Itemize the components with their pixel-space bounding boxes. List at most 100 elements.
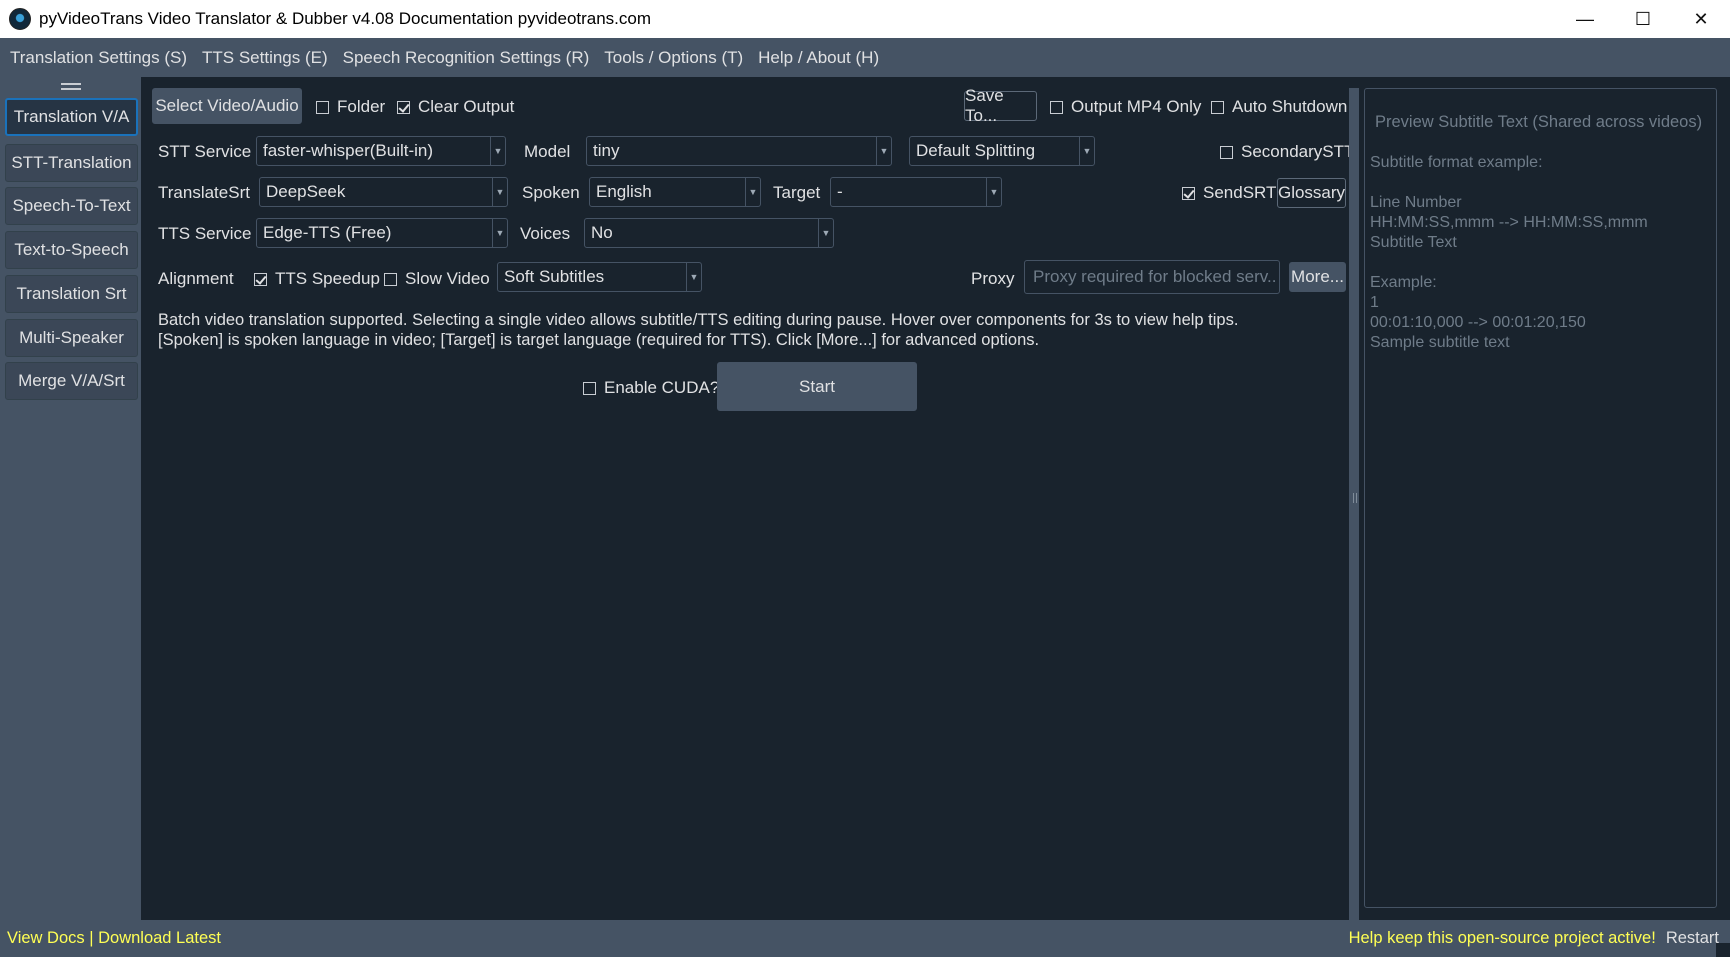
slow-video-checkbox[interactable]: Slow Video [384, 269, 490, 289]
sidebar-item-merge-vasrt[interactable]: Merge V/A/Srt [5, 362, 138, 400]
help-text-line-1: Batch video translation supported. Selec… [158, 311, 1239, 329]
save-to-button[interactable]: Save To... [964, 86, 1037, 125]
more-button[interactable]: More... [1289, 262, 1346, 292]
output-mp4-only-checkbox[interactable]: Output MP4 Only [1050, 97, 1201, 117]
title-bar: pyVideoTrans Video Translator & Dubber v… [0, 0, 1730, 38]
chevron-down-icon: ▼ [686, 263, 701, 291]
restart-link[interactable]: Restart [1666, 929, 1719, 948]
spoken-label: Spoken [522, 183, 580, 202]
target-label: Target [773, 183, 821, 202]
sidebar-item-speech-to-text[interactable]: Speech-To-Text [5, 187, 138, 225]
chevron-down-icon: ▼ [745, 178, 760, 206]
clear-output-checkbox[interactable]: Clear Output [397, 97, 514, 117]
slow-video-label: Slow Video [405, 269, 490, 288]
split-mode-value: Default Splitting [916, 141, 1036, 160]
sidebar-item-stt-translation[interactable]: STT-Translation [5, 144, 138, 182]
status-bar: View Docs | Download Latest Help keep th… [0, 920, 1730, 957]
main-panel: Select Video/Audio Folder Clear Output S… [141, 77, 1354, 920]
menu-speech-recognition-settings[interactable]: Speech Recognition Settings (R) [338, 48, 595, 68]
maximize-icon[interactable]: ☐ [1614, 0, 1672, 38]
send-srt-label: SendSRT [1203, 183, 1277, 202]
docs-download-link[interactable]: View Docs | Download Latest [7, 929, 221, 948]
target-language-select[interactable]: - ▼ [830, 177, 1002, 207]
output-mp4-only-label: Output MP4 Only [1071, 97, 1202, 116]
send-srt-checkbox[interactable]: SendSRT [1182, 183, 1276, 203]
menu-tools-options[interactable]: Tools / Options (T) [599, 48, 748, 68]
slow-video-checkbox-box [384, 272, 397, 286]
sidebar-item-translation-srt[interactable]: Translation Srt [5, 275, 138, 313]
translate-srt-label: TranslateSrt [158, 183, 250, 202]
chevron-down-icon: ▼ [1079, 137, 1094, 165]
model-value: tiny [593, 141, 620, 160]
tts-service-label: TTS Service [158, 224, 252, 243]
tts-service-value: Edge-TTS (Free) [263, 223, 392, 242]
close-icon[interactable]: ✕ [1672, 0, 1730, 38]
toolbar-grip-icon[interactable] [60, 83, 81, 90]
chevron-down-icon: ▼ [490, 137, 505, 165]
sidebar-item-multi-speaker[interactable]: Multi-Speaker [5, 319, 138, 357]
panel-splitter[interactable] [1349, 88, 1359, 920]
enable-cuda-checkbox[interactable]: Enable CUDA? [583, 378, 719, 398]
subtitle-type-value: Soft Subtitles [504, 267, 605, 286]
stt-service-select[interactable]: faster-whisper(Built-in) ▼ [256, 136, 506, 166]
select-video-audio-button[interactable]: Select Video/Audio [152, 88, 302, 124]
window-controls: — ☐ ✕ [1556, 0, 1730, 38]
chevron-down-icon: ▼ [492, 219, 507, 247]
menu-bar: Translation Settings (S) TTS Settings (E… [0, 38, 1730, 77]
secondary-stt-label: SecondarySTT [1241, 142, 1355, 161]
folder-label: Folder [337, 97, 386, 116]
clear-output-label: Clear Output [418, 97, 515, 116]
model-select[interactable]: tiny ▼ [586, 136, 892, 166]
sidebar: Translation V/A STT-Translation Speech-T… [0, 77, 141, 920]
translate-srt-select[interactable]: DeepSeek ▼ [259, 177, 508, 207]
chevron-down-icon: ▼ [818, 219, 833, 247]
auto-shutdown-label: Auto Shutdown [1232, 97, 1348, 116]
auto-shutdown-checkbox-box [1211, 100, 1224, 114]
sidebar-item-translation-va[interactable]: Translation V/A [5, 98, 138, 136]
start-button[interactable]: Start [717, 362, 917, 411]
menu-help-about[interactable]: Help / About (H) [753, 48, 884, 68]
status-right: Help keep this open-source project activ… [1349, 929, 1719, 948]
menu-tts-settings[interactable]: TTS Settings (E) [197, 48, 333, 68]
tts-speedup-checkbox-box [254, 272, 267, 286]
minimize-icon[interactable]: — [1556, 0, 1614, 38]
subtitle-type-select[interactable]: Soft Subtitles ▼ [497, 262, 702, 292]
spoken-language-select[interactable]: English ▼ [589, 177, 761, 207]
proxy-input[interactable] [1024, 260, 1280, 294]
help-text-line-2: [Spoken] is spoken language in video; [T… [158, 331, 1040, 349]
folder-checkbox[interactable]: Folder [316, 97, 385, 117]
tts-service-select[interactable]: Edge-TTS (Free) ▼ [256, 218, 508, 248]
output-mp4-only-checkbox-box [1050, 100, 1063, 114]
tts-speedup-label: TTS Speedup [275, 269, 380, 288]
stt-service-label: STT Service [158, 142, 252, 161]
chevron-down-icon: ▼ [876, 137, 891, 165]
sidebar-item-text-to-speech[interactable]: Text-to-Speech [5, 231, 138, 269]
chevron-down-icon: ▼ [986, 178, 1001, 206]
auto-shutdown-checkbox[interactable]: Auto Shutdown [1211, 97, 1347, 117]
alignment-label: Alignment [158, 269, 234, 288]
glossary-button[interactable]: Glossary [1277, 178, 1346, 208]
send-srt-checkbox-box [1182, 186, 1195, 200]
translate-srt-value: DeepSeek [266, 182, 346, 201]
menu-translation-settings[interactable]: Translation Settings (S) [5, 48, 192, 68]
tts-speedup-checkbox[interactable]: TTS Speedup [254, 269, 380, 289]
subtitle-preview-textarea[interactable]: Preview Subtitle Text (Shared across vid… [1364, 88, 1717, 908]
spoken-language-value: English [596, 182, 652, 201]
secondary-stt-checkbox-box [1220, 145, 1233, 159]
split-mode-select[interactable]: Default Splitting ▼ [909, 136, 1095, 166]
resize-grip-icon[interactable] [1716, 943, 1730, 957]
enable-cuda-label: Enable CUDA? [604, 378, 720, 397]
enable-cuda-checkbox-box [583, 381, 596, 395]
clear-output-checkbox-box [397, 100, 410, 114]
secondary-stt-checkbox[interactable]: SecondarySTT [1220, 142, 1354, 162]
voices-value: No [591, 223, 613, 242]
support-project-link[interactable]: Help keep this open-source project activ… [1349, 929, 1656, 948]
target-language-value: - [837, 182, 843, 201]
stt-service-value: faster-whisper(Built-in) [263, 141, 434, 160]
voices-label: Voices [520, 224, 571, 243]
window-title: pyVideoTrans Video Translator & Dubber v… [39, 9, 652, 28]
proxy-label: Proxy [971, 269, 1015, 288]
chevron-down-icon: ▼ [492, 178, 507, 206]
voices-select[interactable]: No ▼ [584, 218, 834, 248]
model-label: Model [524, 142, 571, 161]
